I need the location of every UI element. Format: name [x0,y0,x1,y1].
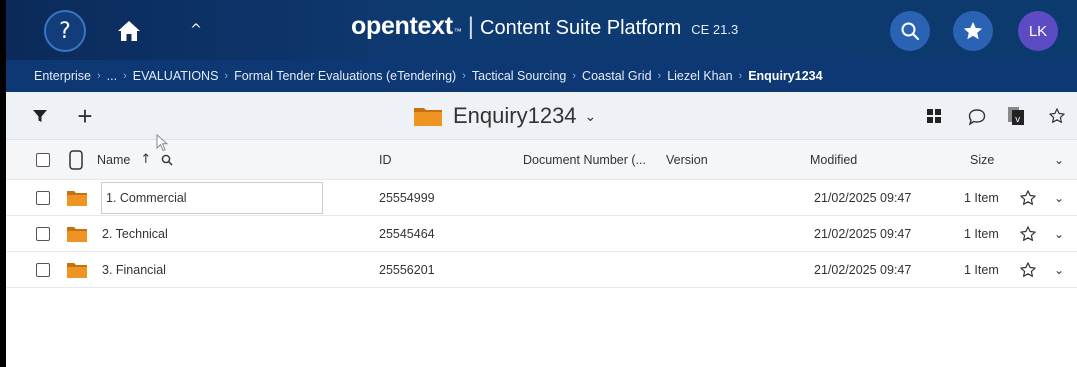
chevron-down-icon[interactable]: ⌄ [1054,216,1064,251]
opentext-logo: opentext [351,12,453,40]
breadcrumb-separator: › [96,70,101,82]
folder-title[interactable]: Enquiry1234 ⌄ [413,100,596,132]
table-row[interactable]: 3. Financial 25556201 21/02/2025 09:47 1… [6,252,1077,288]
empty-area [6,288,1077,367]
chevron-down-icon[interactable]: ⌄ [1054,252,1064,287]
star-icon[interactable] [1019,252,1037,287]
table-row[interactable]: 1. Commercial 25554999 21/02/2025 09:47 … [6,180,1077,216]
breadcrumb-separator: › [123,70,127,82]
folder-icon [414,108,442,126]
comment-icon[interactable] [966,106,988,128]
star-icon[interactable] [1019,216,1037,251]
folder-icon [66,252,88,287]
folder-toolbar: + Enquiry1234 ⌄ v [6,92,1077,140]
home-icon[interactable] [115,17,143,45]
product-name: Content Suite Platform [480,17,682,39]
breadcrumb-separator: › [738,70,743,82]
document-icon[interactable]: v [1006,105,1026,127]
folder-title-label: Enquiry1234 [453,103,577,128]
row-modified: 21/02/2025 09:47 [814,226,912,241]
row-size: 1 Item [964,190,999,205]
column-header-modified[interactable]: Modified [810,140,857,179]
favorites-star-icon[interactable] [953,11,993,51]
document-type-icon [69,140,83,179]
breadcrumb: Enterprise › ... › EVALUATIONS › Formal … [6,60,1077,92]
column-search-icon[interactable] [161,154,173,166]
row-modified: 21/02/2025 09:47 [814,262,912,277]
column-header-size[interactable]: Size [970,140,994,179]
filter-icon[interactable] [30,106,50,126]
grid-view-icon[interactable] [926,108,942,124]
row-modified: 21/02/2025 09:47 [814,190,912,205]
chevron-down-icon[interactable]: ⌄ [585,108,597,125]
star-icon[interactable] [1019,180,1037,215]
row-checkbox[interactable] [36,252,50,287]
breadcrumb-separator: › [462,70,466,82]
column-header-document-number[interactable]: Document Number (... [523,140,646,179]
row-name-label[interactable]: 1. Commercial [101,181,323,214]
breadcrumb-separator: › [572,70,577,82]
product-version: CE 21.3 [691,22,739,37]
chevron-down-icon[interactable]: ⌄ [1054,180,1064,215]
select-all-checkbox[interactable] [36,140,50,179]
row-name-cell[interactable]: 1. Commercial [101,180,323,215]
brand-title: opentext ™ | Content Suite Platform CE 2… [351,12,738,44]
star-icon[interactable] [1046,105,1068,127]
breadcrumb-item[interactable]: Liezel Khan [667,69,732,83]
breadcrumb-item[interactable]: Coastal Grid [582,69,651,83]
column-label-name: Name [97,152,131,167]
breadcrumb-current: Enquiry1234 [748,69,823,83]
row-size: 1 Item [964,262,999,277]
mouse-cursor-icon [156,134,168,152]
breadcrumb-item[interactable]: ... [107,69,117,83]
row-checkbox[interactable] [36,180,50,215]
help-icon[interactable]: ? [44,10,86,52]
column-header-id[interactable]: ID [379,140,392,179]
row-id: 25545464 [379,226,435,241]
search-icon[interactable] [890,11,930,51]
breadcrumb-item[interactable]: EVALUATIONS [133,69,219,83]
top-header-bar: ? ^ opentext ™ | Content Suite Platform … [6,0,1077,60]
brand-separator: | [467,13,475,40]
trademark: ™ [453,27,462,36]
row-name-label[interactable]: 3. Financial [102,252,166,287]
add-icon[interactable]: + [73,103,97,129]
breadcrumb-separator: › [224,70,229,82]
breadcrumb-item[interactable]: Enterprise [34,69,91,83]
app-window: ? ^ opentext ™ | Content Suite Platform … [0,0,1077,367]
user-avatar[interactable]: LK [1018,11,1058,51]
sort-ascending-icon[interactable]: ↑ [140,152,151,167]
breadcrumb-item[interactable]: Tactical Sourcing [472,69,567,83]
svg-text:v: v [1015,115,1021,125]
folder-icon [66,180,88,215]
row-id: 25554999 [379,190,435,205]
row-id: 25556201 [379,262,435,277]
table-row[interactable]: 2. Technical 25545464 21/02/2025 09:47 1… [6,216,1077,252]
column-header-version[interactable]: Version [666,140,708,179]
row-size: 1 Item [964,226,999,241]
chevron-down-icon[interactable]: ⌄ [1054,140,1064,179]
breadcrumb-separator: › [657,70,662,82]
folder-icon [66,216,88,251]
row-name-label[interactable]: 2. Technical [102,216,168,251]
row-checkbox[interactable] [36,216,50,251]
collapse-icon[interactable]: ^ [186,20,206,40]
breadcrumb-item[interactable]: Formal Tender Evaluations (eTendering) [234,69,456,83]
